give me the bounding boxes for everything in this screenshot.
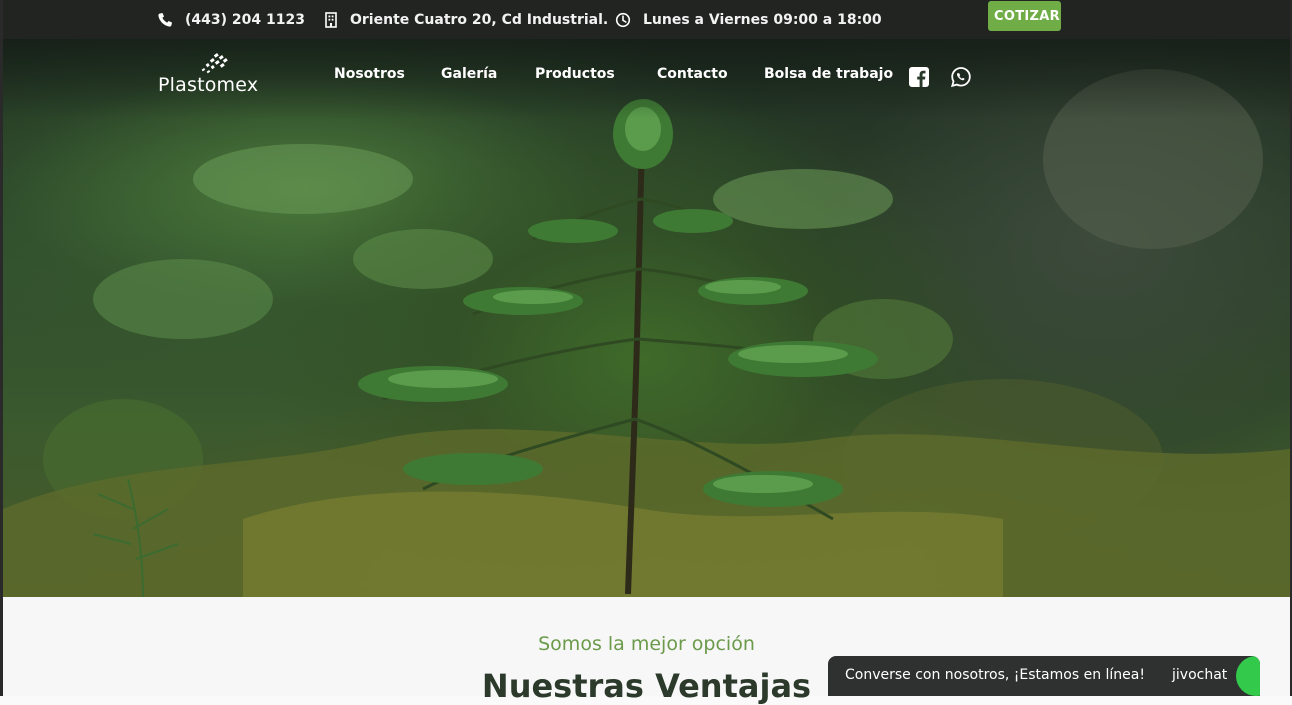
nav-productos[interactable]: Productos [535, 66, 615, 82]
chat-widget[interactable]: Converse con nosotros, ¡Estamos en línea… [828, 656, 1260, 696]
section-subtitle: Somos la mejor opción [538, 633, 755, 655]
phone-info[interactable]: (443) 204 1123 [157, 0, 305, 39]
building-icon [325, 11, 337, 28]
hero-illustration [3, 69, 1290, 597]
nav-galeria[interactable]: Galería [441, 66, 497, 82]
hours-text: Lunes a Viernes 09:00 a 18:00 [643, 11, 882, 28]
facebook-icon[interactable] [908, 66, 930, 88]
cotizar-button[interactable]: COTIZAR [988, 1, 1061, 31]
hero-image [3, 39, 1290, 597]
top-info-bar: (443) 204 1123 Oriente Cuatro 20, Cd Ind… [3, 0, 1290, 39]
address-info: Oriente Cuatro 20, Cd Industrial. [324, 0, 608, 39]
plastomex-logo[interactable]: Plastomex [158, 52, 268, 98]
chat-brand: jivochat [1172, 667, 1228, 683]
address-text: Oriente Cuatro 20, Cd Industrial. [350, 11, 609, 28]
whatsapp-icon[interactable] [950, 66, 972, 88]
nav-bolsa-de-trabajo[interactable]: Bolsa de trabajo [764, 66, 893, 82]
logo-text: Plastomex [158, 74, 259, 96]
nav-contacto[interactable]: Contacto [657, 66, 728, 82]
hours-info: Lunes a Viernes 09:00 a 18:00 [615, 0, 882, 39]
nav-nosotros[interactable]: Nosotros [334, 66, 405, 82]
chat-status-badge [1236, 656, 1260, 696]
chat-message: Converse con nosotros, ¡Estamos en línea… [845, 667, 1145, 683]
phone-icon [158, 12, 172, 27]
clock-icon [615, 12, 631, 27]
phone-number: (443) 204 1123 [185, 11, 305, 28]
